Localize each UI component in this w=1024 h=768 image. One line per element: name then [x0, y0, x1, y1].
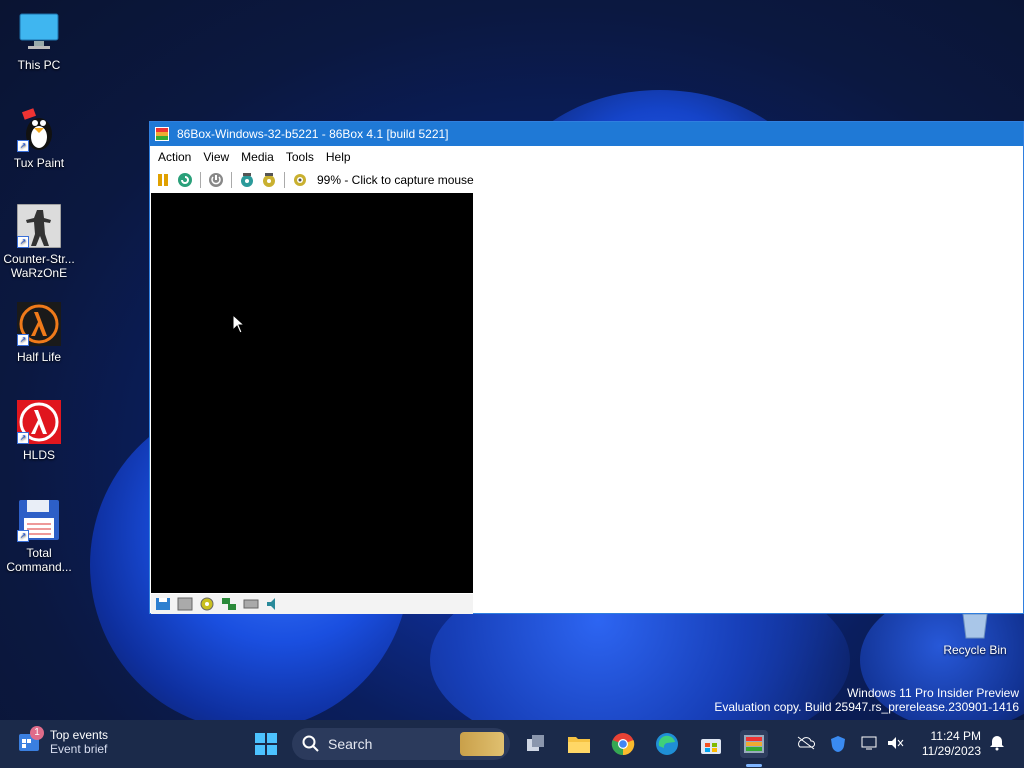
desktop-icon-hlds[interactable]: ↗ HLDS [0, 400, 78, 462]
ctrl-alt-del-icon[interactable] [260, 171, 278, 189]
menu-help[interactable]: Help [320, 150, 357, 164]
sound-icon[interactable] [265, 597, 281, 611]
security-icon[interactable] [829, 735, 847, 756]
settings-icon[interactable] [238, 171, 256, 189]
taskbar: 1 Top events Event brief Search 11:24 PM… [0, 720, 1024, 768]
start-button[interactable] [252, 730, 280, 758]
desktop-icon-label: Counter-Str... WaRzOnE [3, 252, 75, 280]
notification-bell-icon[interactable] [989, 735, 1005, 754]
lambda-icon: ↗ [17, 302, 61, 346]
desktop-icon-counter-strike[interactable]: ↗ Counter-Str... WaRzOnE [0, 203, 78, 280]
taskbar-clock[interactable]: 11:24 PM 11/29/2023 [915, 729, 981, 759]
edge-icon [656, 733, 678, 755]
search-box[interactable]: Search [292, 728, 510, 760]
folder-icon [568, 737, 590, 753]
desktop-icon-label: Total Command... [6, 546, 72, 574]
hdd-icon[interactable] [243, 597, 259, 611]
pause-icon[interactable] [154, 171, 172, 189]
task-view-button[interactable] [522, 730, 550, 758]
mouse-cursor-icon [232, 314, 246, 334]
menu-action[interactable]: Action [152, 150, 197, 164]
desktop-icon-total-commander[interactable]: ↗ Total Command... [0, 498, 78, 574]
disc-icon[interactable] [199, 597, 215, 611]
desktop-icon-this-pc[interactable]: This PC [0, 10, 78, 72]
power-icon[interactable] [207, 171, 225, 189]
floppy-icon[interactable] [155, 597, 171, 611]
chrome-icon [611, 733, 635, 756]
clock-time: 11:24 PM [930, 729, 981, 743]
toolbar: 99% - Click to capture mouse [150, 168, 1023, 192]
menu-media[interactable]: Media [235, 150, 280, 164]
watermark-line-1: Windows 11 Pro Insider Preview [847, 686, 1019, 700]
emulator-window[interactable]: 86Box-Windows-32-b5221 - 86Box 4.1 [buil… [149, 121, 1024, 614]
emulator-screen[interactable] [151, 193, 473, 593]
search-icon [302, 735, 319, 752]
desktop-icon-label: Recycle Bin [943, 643, 1007, 657]
desktop-icon-recycle-bin[interactable]: Recycle Bin [935, 610, 1015, 657]
search-placeholder: Search [328, 736, 373, 752]
desktop-icon-label: This PC [17, 58, 61, 72]
menu-bar: Action View Media Tools Help [150, 146, 1023, 168]
screenshot-icon[interactable] [291, 171, 309, 189]
status-bar [151, 594, 473, 614]
toolbar-separator [200, 172, 201, 188]
chrome-button[interactable] [609, 730, 637, 758]
notification-badge: 1 [30, 726, 44, 740]
monitor-icon [17, 10, 61, 54]
desktop-icon-label: Half Life [16, 350, 62, 364]
widget-title: Top events [50, 728, 109, 742]
windows-logo-icon [255, 733, 277, 755]
toolbar-separator [231, 172, 232, 188]
edge-button[interactable] [653, 730, 681, 758]
window-title: 86Box-Windows-32-b5221 - 86Box 4.1 [buil… [177, 127, 449, 141]
soldier-icon: ↗ [16, 203, 62, 249]
86box-icon [744, 735, 764, 753]
cdrom-icon[interactable] [177, 597, 193, 611]
network-status-icon[interactable] [860, 735, 878, 754]
lambda-red-icon: ↗ [17, 400, 61, 444]
volume-muted-icon[interactable] [886, 735, 904, 754]
capture-status-text[interactable]: 99% - Click to capture mouse [317, 173, 474, 187]
floppy-icon: ↗ [17, 498, 61, 542]
reset-icon[interactable] [176, 171, 194, 189]
watermark-line-2: Evaluation copy. Build 25947.rs_prerelea… [714, 700, 1019, 714]
desktop-icon-half-life[interactable]: ↗ Half Life [0, 302, 78, 364]
file-explorer-button[interactable] [565, 730, 593, 758]
widgets-button[interactable]: 1 Top events Event brief [18, 726, 109, 756]
desktop-icon-label: Tux Paint [13, 156, 65, 170]
app-icon [155, 127, 169, 141]
store-button[interactable] [697, 730, 725, 758]
store-icon [701, 739, 721, 754]
clock-date: 11/29/2023 [921, 744, 981, 758]
onedrive-icon[interactable] [796, 735, 816, 754]
toolbar-separator [284, 172, 285, 188]
active-app-indicator [746, 764, 762, 767]
search-highlight-image [460, 732, 504, 756]
network-icon[interactable] [221, 597, 237, 611]
penguin-icon: ↗ [17, 108, 61, 152]
window-titlebar[interactable]: 86Box-Windows-32-b5221 - 86Box 4.1 [buil… [150, 122, 1023, 146]
windows-watermark: Windows 11 Pro Insider Preview Evaluatio… [714, 686, 1019, 714]
menu-view[interactable]: View [197, 150, 235, 164]
86box-taskbar-button[interactable] [740, 730, 768, 758]
widget-subtitle: Event brief [50, 742, 108, 756]
task-view-icon [527, 735, 544, 751]
menu-tools[interactable]: Tools [280, 150, 320, 164]
recycle-bin-icon [962, 613, 988, 639]
desktop-icon-label: HLDS [22, 448, 55, 462]
desktop-icon-tux-paint[interactable]: ↗ Tux Paint [0, 108, 78, 170]
